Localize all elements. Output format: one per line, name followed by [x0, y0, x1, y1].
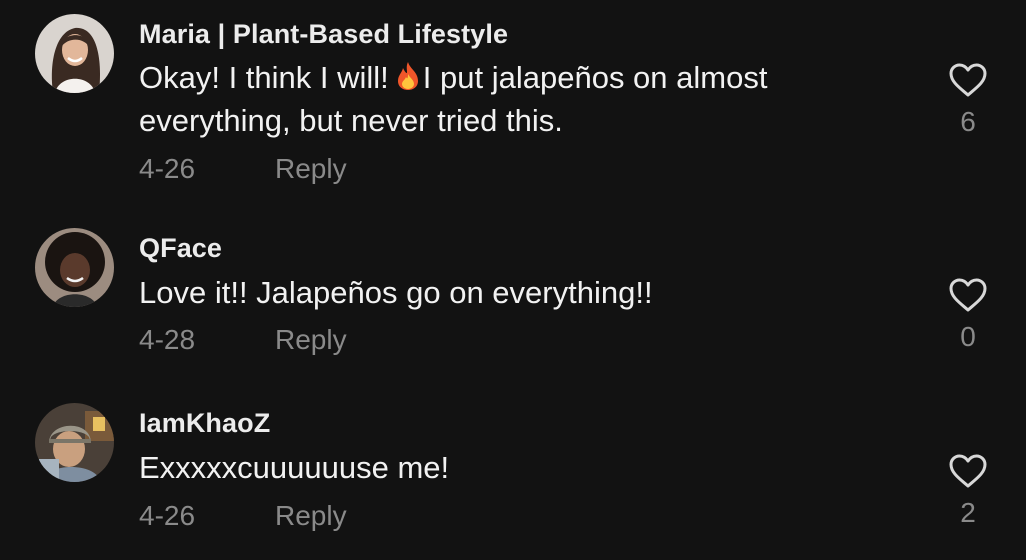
- comment-date: 4-26: [139, 153, 196, 184]
- like-control[interactable]: 2: [946, 453, 990, 529]
- avatar[interactable]: [35, 403, 114, 482]
- comment-username[interactable]: Maria | Plant-Based Lifestyle: [139, 19, 508, 50]
- heart-icon[interactable]: [948, 453, 988, 489]
- reply-button[interactable]: Reply: [275, 500, 347, 532]
- comment-username[interactable]: IamKhaoZ: [139, 408, 270, 439]
- fire-emoji-icon: [397, 62, 418, 90]
- like-control[interactable]: 6: [946, 62, 990, 138]
- avatar[interactable]: [35, 228, 114, 307]
- comment-date: 4-26: [139, 500, 196, 531]
- comment-text: Exxxxxcuuuuuuse me!: [139, 450, 450, 485]
- comment-list: Maria | Plant-Based Lifestyle Okay! I th…: [0, 0, 1026, 560]
- comment-text: Okay! I think I will! I put jalapeños on…: [139, 56, 839, 142]
- like-count: 2: [960, 497, 976, 528]
- comment-date: 4-28: [139, 324, 196, 355]
- like-control[interactable]: 0: [946, 277, 990, 353]
- comment-username[interactable]: QFace: [139, 233, 222, 264]
- comment-meta: 4-26 Reply: [139, 500, 347, 532]
- man-helmet-avatar: [35, 403, 114, 482]
- avatar[interactable]: [35, 14, 114, 93]
- like-count: 6: [960, 106, 976, 137]
- heart-icon[interactable]: [948, 277, 988, 313]
- woman-curly-hair-avatar: [35, 228, 114, 307]
- heart-icon[interactable]: [948, 62, 988, 98]
- comment-meta: 4-28 Reply: [139, 324, 347, 356]
- reply-button[interactable]: Reply: [275, 153, 347, 185]
- woman-long-dark-hair-avatar: [35, 14, 114, 93]
- comment-text-part: Okay! I think I will!: [139, 60, 389, 95]
- comment-text: Love it!! Jalapeños go on everything!!: [139, 275, 653, 310]
- like-count: 0: [960, 321, 976, 352]
- comment-meta: 4-26 Reply: [139, 153, 347, 185]
- reply-button[interactable]: Reply: [275, 324, 347, 356]
